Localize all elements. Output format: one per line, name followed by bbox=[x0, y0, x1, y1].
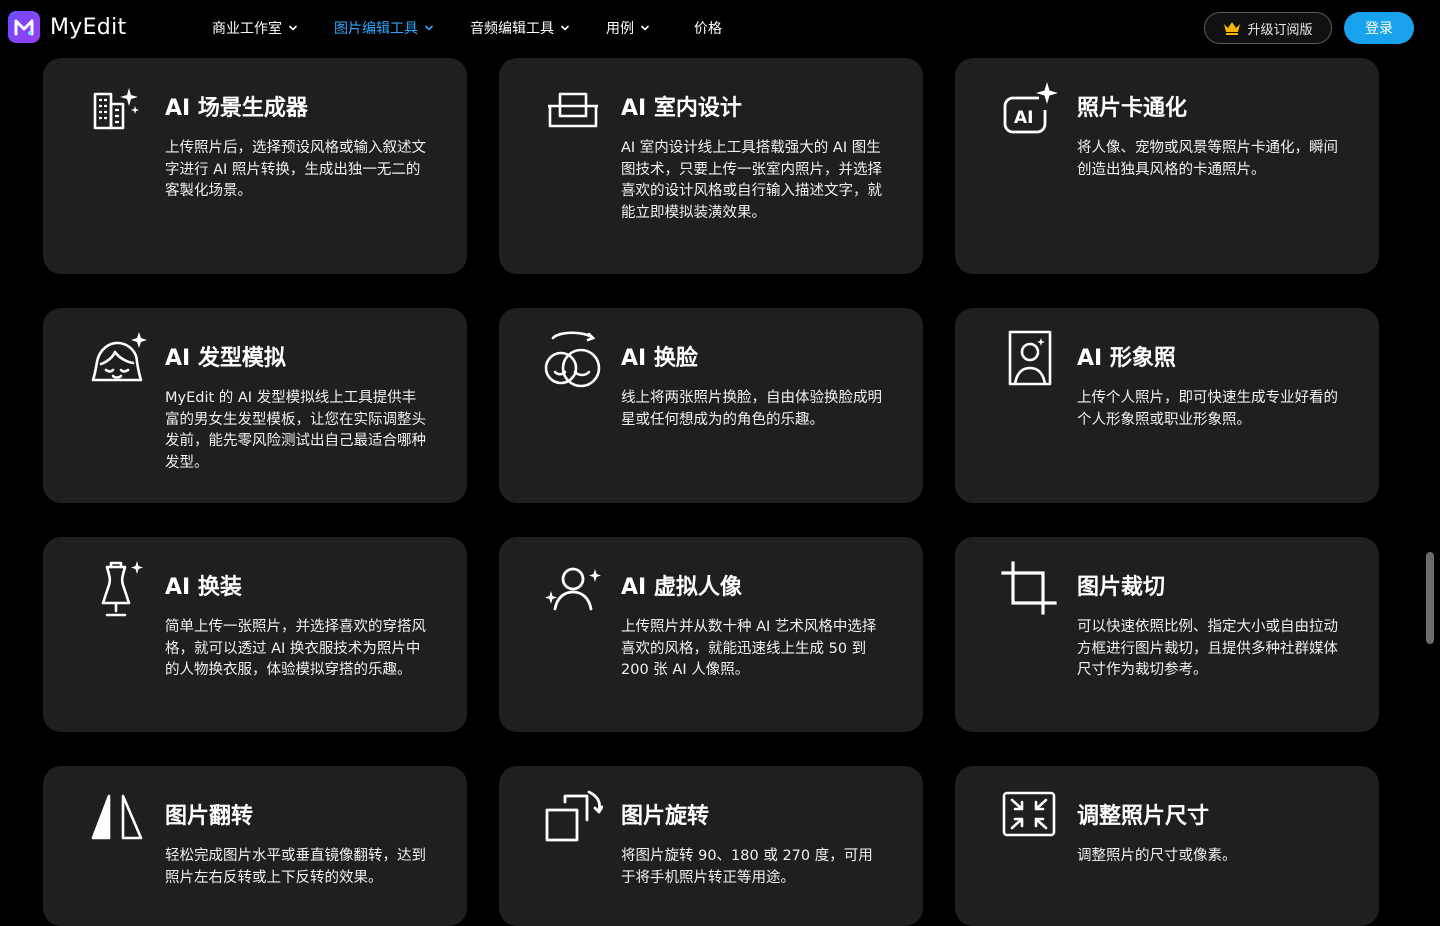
chevron-down-icon bbox=[560, 23, 570, 33]
dress-form-icon bbox=[87, 559, 147, 619]
card-description: 简单上传一张照片，并选择喜欢的穿搭风格，就可以透过 AI 换衣服技术为照片中的人… bbox=[165, 619, 426, 678]
crop-icon bbox=[999, 559, 1059, 619]
card-title: 照片卡通化 bbox=[1077, 96, 1188, 121]
hairstyle-face-icon bbox=[87, 330, 147, 390]
nav-business-studio[interactable]: 商业工作室 bbox=[212, 18, 298, 38]
page-scrollbar-thumb[interactable] bbox=[1426, 552, 1434, 644]
card-description: 上传照片后，选择预设风格或输入叙述文字进行 AI 照片转换，生成出独一无二的客製… bbox=[165, 140, 426, 199]
flip-icon bbox=[87, 788, 147, 848]
card-title: 图片翻转 bbox=[165, 804, 254, 829]
nav-label: 商业工作室 bbox=[212, 21, 282, 37]
nav-photo-editing-tools[interactable]: 图片编辑工具 bbox=[334, 18, 434, 38]
card-title: 调整照片尺寸 bbox=[1077, 804, 1210, 829]
room-interior-icon bbox=[543, 80, 603, 140]
card-description: 轻松完成图片水平或垂直镜像翻转，达到照片左右反转或上下反转的效果。 bbox=[165, 848, 426, 886]
ai-cartoon-icon: AI bbox=[999, 80, 1059, 140]
crown-icon bbox=[1223, 21, 1241, 35]
nav-pricing[interactable]: 价格 bbox=[694, 18, 722, 38]
rotate-icon bbox=[543, 788, 603, 848]
nav-use-cases[interactable]: 用例 bbox=[606, 18, 650, 38]
face-swap-icon bbox=[543, 330, 603, 390]
city-sparkle-icon bbox=[87, 80, 147, 140]
card-description: 将图片旋转 90、180 或 270 度，可用于将手机照片转正等用途。 bbox=[621, 848, 873, 886]
chevron-down-icon bbox=[640, 23, 650, 33]
tool-card-ai-outfit-changer[interactable]: AI 换装 简单上传一张照片，并选择喜欢的穿搭风格，就可以透过 AI 换衣服技术… bbox=[43, 537, 467, 732]
upgrade-subscription-button[interactable]: 升级订阅版 bbox=[1204, 12, 1332, 44]
chevron-down-icon bbox=[288, 23, 298, 33]
avatar-sparkle-icon bbox=[543, 559, 603, 619]
card-description: AI 室内设计线上工具搭载强大的 AI 图生图技术，只要上传一张室内照片，并选择… bbox=[621, 140, 882, 221]
tool-card-ai-hairstyle[interactable]: AI 发型模拟 MyEdit 的 AI 发型模拟线上工具提供丰富的男女生发型模板… bbox=[43, 308, 467, 503]
myedit-logo-icon bbox=[8, 11, 40, 43]
card-description: 上传照片并从数十种 AI 艺术风格中选择喜欢的风格，就能迅速线上生成 50 到 … bbox=[621, 619, 877, 678]
tool-card-ai-interior-design[interactable]: AI 室内设计 AI 室内设计线上工具搭载强大的 AI 图生图技术，只要上传一张… bbox=[499, 58, 923, 274]
nav-label: 音频编辑工具 bbox=[470, 21, 554, 37]
tools-grid: AI 场景生成器 上传照片后，选择预设风格或输入叙述文字进行 AI 照片转换，生… bbox=[0, 0, 1440, 926]
card-description: 将人像、宠物或风景等照片卡通化，瞬间创造出独具风格的卡通照片。 bbox=[1077, 140, 1338, 178]
brand-name: MyEdit bbox=[50, 14, 127, 40]
card-title: AI 场景生成器 bbox=[165, 96, 308, 121]
card-title: AI 虚拟人像 bbox=[621, 575, 742, 600]
card-title: AI 发型模拟 bbox=[165, 346, 286, 371]
card-description: MyEdit 的 AI 发型模拟线上工具提供丰富的男女生发型模板，让您在实际调整… bbox=[165, 390, 426, 471]
card-description: 线上将两张照片换脸，自由体验换脸成明星或任何想成为的角色的乐趣。 bbox=[621, 390, 882, 428]
card-title: 图片裁切 bbox=[1077, 575, 1166, 600]
card-description: 调整照片的尺寸或像素。 bbox=[1077, 848, 1237, 864]
login-button[interactable]: 登录 bbox=[1344, 12, 1414, 44]
card-title: AI 换脸 bbox=[621, 346, 698, 371]
top-navbar: MyEdit 商业工作室 图片编辑工具 音频编辑工具 用例 价格 升级订阅版 登… bbox=[0, 0, 1440, 56]
nav-label: 用例 bbox=[606, 21, 634, 37]
tool-card-flip[interactable]: 图片翻转 轻松完成图片水平或垂直镜像翻转，达到照片左右反转或上下反转的效果。 bbox=[43, 766, 467, 926]
card-title: AI 室内设计 bbox=[621, 96, 742, 121]
card-description: 可以快速依照比例、指定大小或自由拉动方框进行图片裁切，且提供多种社群媒体尺寸作为… bbox=[1077, 619, 1338, 678]
card-title: 图片旋转 bbox=[621, 804, 710, 829]
tool-card-photo-cartoonizer[interactable]: AI 照片卡通化 将人像、宠物或风景等照片卡通化，瞬间创造出独具风格的卡通照片。 bbox=[955, 58, 1379, 274]
brand-logo[interactable]: MyEdit bbox=[8, 11, 126, 43]
chevron-down-icon bbox=[424, 23, 434, 33]
svg-text:AI: AI bbox=[1014, 108, 1033, 128]
upgrade-label: 升级订阅版 bbox=[1247, 22, 1313, 38]
card-title: AI 换装 bbox=[165, 575, 242, 600]
tool-card-rotate[interactable]: 图片旋转 将图片旋转 90、180 或 270 度，可用于将手机照片转正等用途。 bbox=[499, 766, 923, 926]
card-title: AI 形象照 bbox=[1077, 346, 1176, 371]
tool-card-ai-face-swap[interactable]: AI 换脸 线上将两张照片换脸，自由体验换脸成明星或任何想成为的角色的乐趣。 bbox=[499, 308, 923, 503]
tool-card-ai-headshot[interactable]: AI 形象照 上传个人照片，即可快速生成专业好看的个人形象照或职业形象照。 bbox=[955, 308, 1379, 503]
tool-card-resize[interactable]: 调整照片尺寸 调整照片的尺寸或像素。 bbox=[955, 766, 1379, 926]
resize-icon bbox=[999, 788, 1059, 848]
portrait-frame-icon bbox=[999, 330, 1059, 390]
tool-card-ai-avatar[interactable]: AI 虚拟人像 上传照片并从数十种 AI 艺术风格中选择喜欢的风格，就能迅速线上… bbox=[499, 537, 923, 732]
nav-label: 图片编辑工具 bbox=[334, 21, 418, 37]
tool-card-ai-scene-generator[interactable]: AI 场景生成器 上传照片后，选择预设风格或输入叙述文字进行 AI 照片转换，生… bbox=[43, 58, 467, 274]
tool-card-crop[interactable]: 图片裁切 可以快速依照比例、指定大小或自由拉动方框进行图片裁切，且提供多种社群媒… bbox=[955, 537, 1379, 732]
card-description: 上传个人照片，即可快速生成专业好看的个人形象照或职业形象照。 bbox=[1077, 390, 1338, 428]
main-nav: 商业工作室 图片编辑工具 音频编辑工具 用例 价格 bbox=[212, 0, 722, 56]
nav-label: 价格 bbox=[694, 21, 722, 37]
nav-audio-editing-tools[interactable]: 音频编辑工具 bbox=[470, 18, 570, 38]
